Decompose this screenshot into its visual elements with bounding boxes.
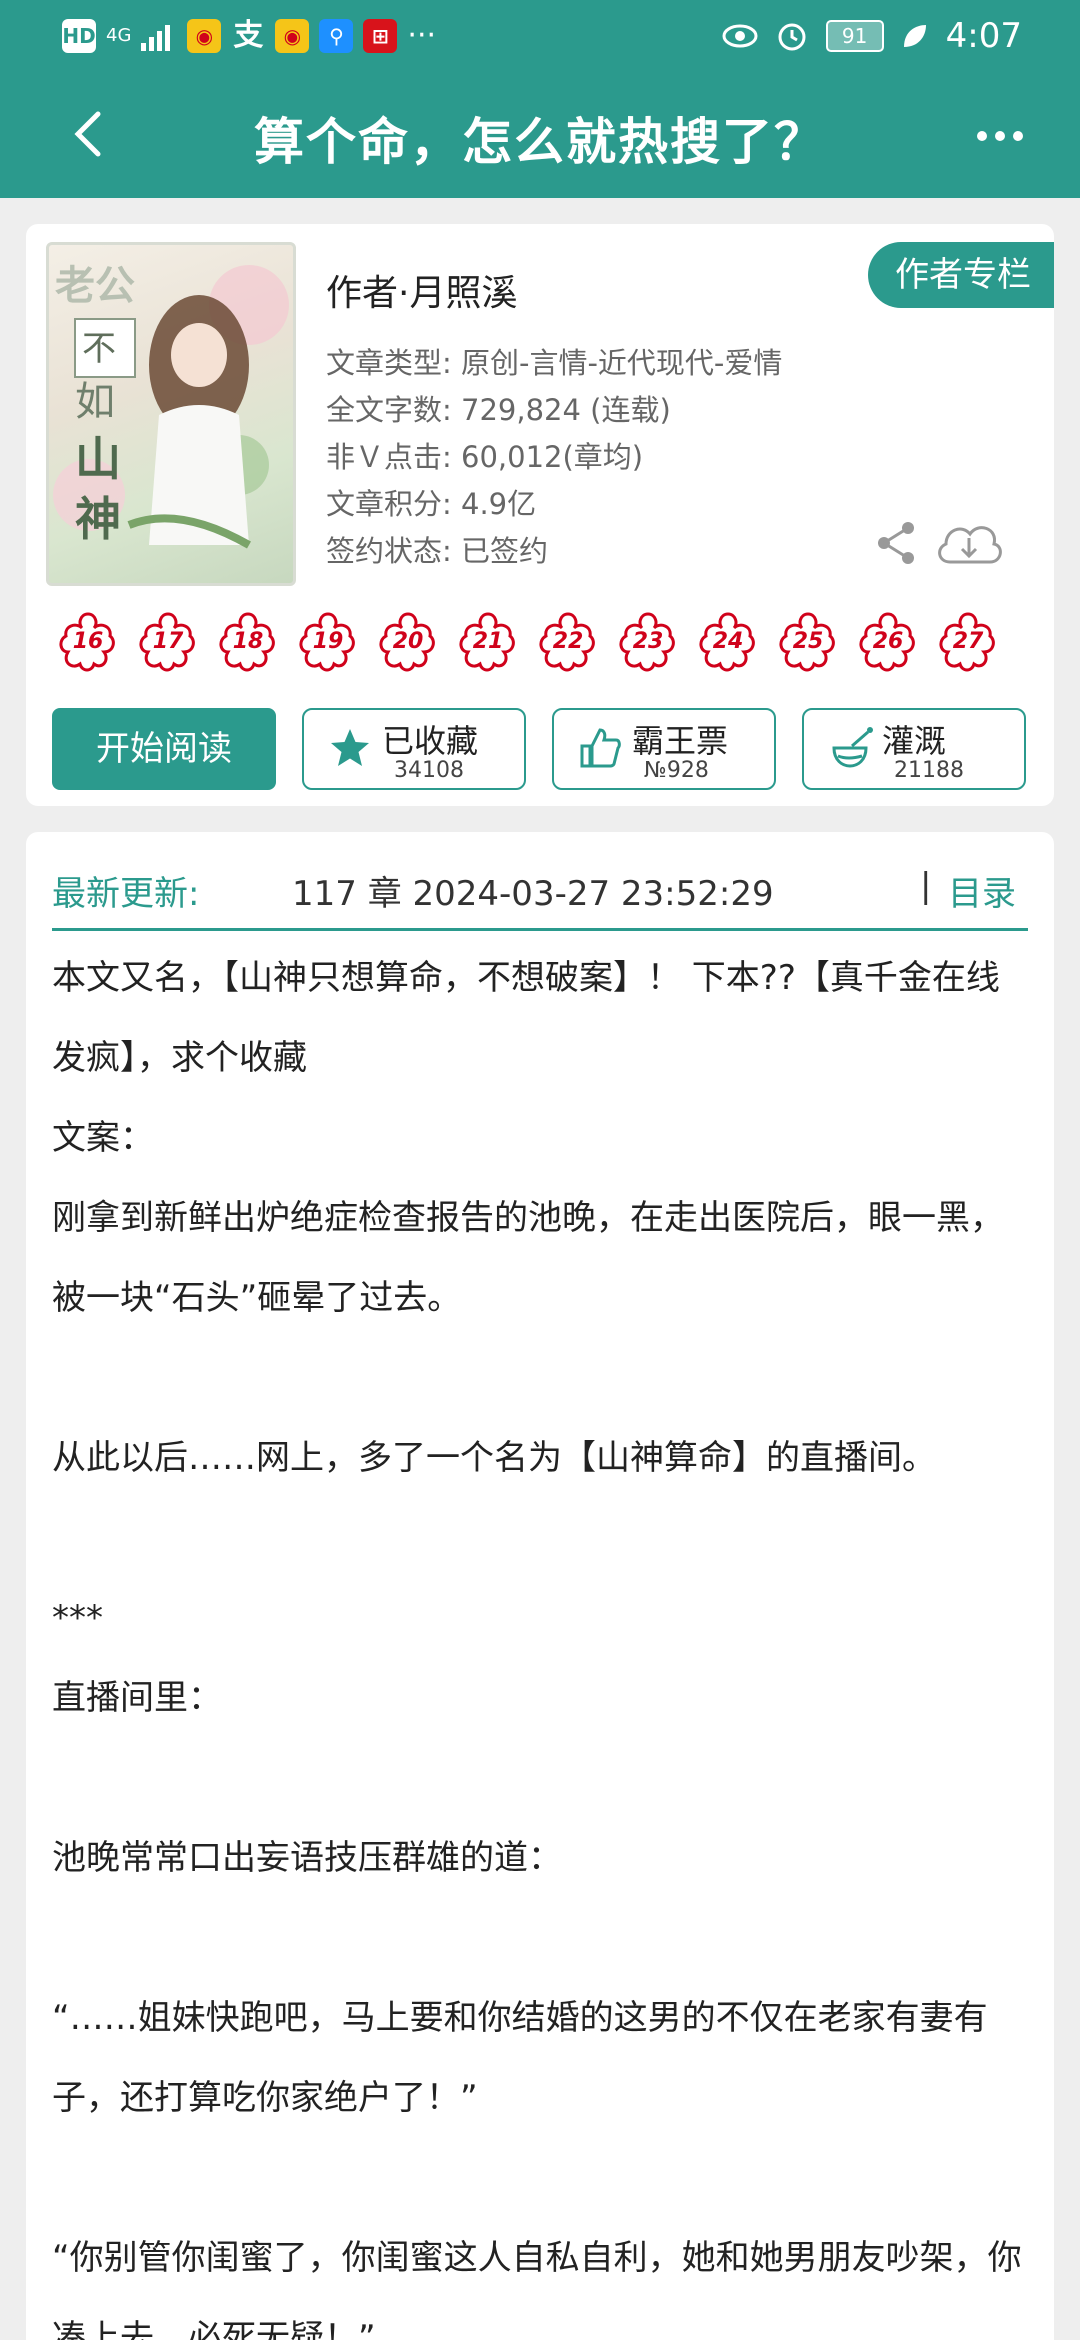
divider: |	[920, 866, 932, 906]
paragraph: 文案：	[52, 1118, 154, 1158]
book-info-card: 老公 不 如 山 神 作者·月照溪 作者专栏 文章类型: 原创-言情-近代现代-…	[26, 224, 1054, 806]
author-name[interactable]: 作者·月照溪	[326, 264, 517, 316]
status-right: 91 4:07	[722, 16, 1022, 56]
collect-label: 已收藏	[382, 722, 479, 760]
clock: 4:07	[945, 16, 1022, 56]
badge: 26	[856, 610, 920, 674]
badge: 22	[536, 610, 600, 674]
svg-text:不: 不	[82, 329, 116, 369]
water-label: 灌溉	[882, 722, 947, 760]
paragraph	[52, 1498, 1028, 1578]
water-count: 21188	[894, 758, 964, 783]
paragraph	[52, 1898, 1028, 1978]
badge: 17	[136, 610, 200, 674]
svg-text:老公: 老公	[55, 262, 135, 309]
signal-icon	[141, 24, 171, 51]
alipay-icon: 支	[233, 17, 264, 53]
svg-text:如: 如	[75, 379, 115, 425]
cover-illustration: 老公 不 如 山 神	[53, 262, 289, 549]
badge: 23	[616, 610, 680, 674]
meta-clicks: 非Ｖ点击: 60,012(章均)	[326, 440, 644, 474]
eye-icon	[722, 24, 758, 48]
status-bar: HD 4G ◉ 支 ◉ ⚲ ⊞ ··· 91 4:07	[0, 0, 1080, 76]
app-header: 算个命，怎么就热搜了？	[0, 76, 1080, 198]
collect-count: 34108	[394, 758, 464, 783]
leaf-icon	[903, 25, 926, 47]
synopsis-card: 最新更新: 117 章 2024-03-27 23:52:29 | 目录 本文又…	[26, 832, 1054, 2340]
paragraph: 池晚常常口出妄语技压群雄的道：	[52, 1838, 562, 1878]
search-app-icon: ⚲	[319, 18, 354, 53]
more-options-button[interactable]	[970, 106, 1030, 166]
badge: 19	[296, 610, 360, 674]
more-notifications-icon: ···	[407, 18, 437, 53]
meta-word-count: 全文字数: 729,824 (连载)	[326, 393, 671, 427]
top-bar: HD 4G ◉ 支 ◉ ⚲ ⊞ ··· 91 4:07 算个命，怎么就热搜了？	[0, 0, 1080, 198]
badge: 25	[776, 610, 840, 674]
meta-sign-status: 签约状态: 已签约	[326, 534, 549, 568]
paragraph: 刚拿到新鲜出炉绝症检查报告的池晚，在走出医院后，眼一黑，被一块“石头”砸晕了过去…	[52, 1198, 1004, 1318]
svg-text:神: 神	[75, 492, 121, 546]
battery-icon: 91	[825, 20, 884, 52]
weibo-icon: ◉	[275, 18, 310, 53]
action-buttons: 开始阅读 已收藏 34108 霸王票 №928 灌溉 21188	[52, 708, 1026, 790]
book-meta: 文章类型: 原创-言情-近代现代-爱情 全文字数: 729,824 (连载) 非…	[326, 340, 782, 575]
hd-icon: HD	[62, 18, 96, 53]
paragraph: 本文又名，【山神只想算命，不想破案】！ 下本??【真千金在线发疯】，求个收藏	[52, 958, 1000, 1078]
network-type: 4G	[106, 24, 132, 46]
table-of-contents-link[interactable]: 目录	[948, 866, 1016, 915]
paragraph: “……姐妹快跑吧，马上要和你结婚的这男的不仅在老家有妻有子，还打算吃你家绝户了！…	[52, 1998, 988, 2118]
paragraph: “你别管你闺蜜了，你闺蜜这人自私自利，她和她男朋友吵架，你凑上去，必死无疑！”	[52, 2238, 1022, 2340]
paragraph	[52, 1338, 1028, 1418]
badge: 27	[936, 610, 1000, 674]
collect-button[interactable]: 已收藏 34108	[302, 708, 526, 790]
badge: 18	[216, 610, 280, 674]
star-icon	[331, 729, 369, 766]
badge: 16	[56, 610, 120, 674]
shop-app-icon: ⊞	[363, 18, 398, 53]
paragraph	[52, 1738, 1028, 1818]
start-reading-button[interactable]: 开始阅读	[52, 708, 276, 790]
weibo-icon: ◉	[187, 18, 222, 53]
badge: 21	[456, 610, 520, 674]
badge: 20	[376, 610, 440, 674]
paragraph: 从此以后……网上，多了一个名为【山神算命】的直播间。	[52, 1438, 936, 1478]
meta-type: 文章类型: 原创-言情-近代现代-爱情	[326, 346, 783, 380]
latest-update-label: 最新更新:	[52, 874, 200, 914]
water-button[interactable]: 灌溉 21188	[802, 708, 1026, 790]
month-badges: 16 17 18 19 20 21 22 23 24 25 26 27	[56, 610, 1000, 674]
page-title: 算个命，怎么就热搜了？	[254, 113, 826, 171]
latest-update-info[interactable]: 117 章 2024-03-27 23:52:29	[292, 866, 774, 915]
paragraph: 直播间里：	[52, 1678, 222, 1718]
meta-score: 文章积分: 4.9亿	[326, 487, 537, 521]
synopsis-text: 本文又名，【山神只想算命，不想破案】！ 下本??【真千金在线发疯】，求个收藏 文…	[52, 938, 1028, 2340]
paragraph: ***	[52, 1598, 103, 1638]
alarm-icon	[778, 23, 806, 51]
ticket-count: №928	[644, 758, 709, 783]
paragraph	[52, 2138, 1028, 2218]
thumbs-up-icon	[580, 728, 621, 768]
overlord-ticket-button[interactable]: 霸王票 №928	[552, 708, 776, 790]
cloud-download-icon[interactable]	[932, 514, 1006, 572]
book-cover-image[interactable]: 老公 不 如 山 神	[46, 242, 296, 586]
author-column-button[interactable]: 作者专栏	[868, 242, 1054, 308]
latest-update-bar[interactable]: 最新更新: 117 章 2024-03-27 23:52:29 | 目录	[52, 852, 1028, 931]
status-left: HD 4G ◉ 支 ◉ ⚲ ⊞ ···	[62, 18, 436, 53]
share-icon[interactable]	[872, 518, 922, 568]
ticket-label: 霸王票	[632, 722, 729, 760]
badge: 24	[696, 610, 760, 674]
svg-text:山: 山	[75, 432, 121, 486]
flask-icon	[832, 727, 873, 768]
